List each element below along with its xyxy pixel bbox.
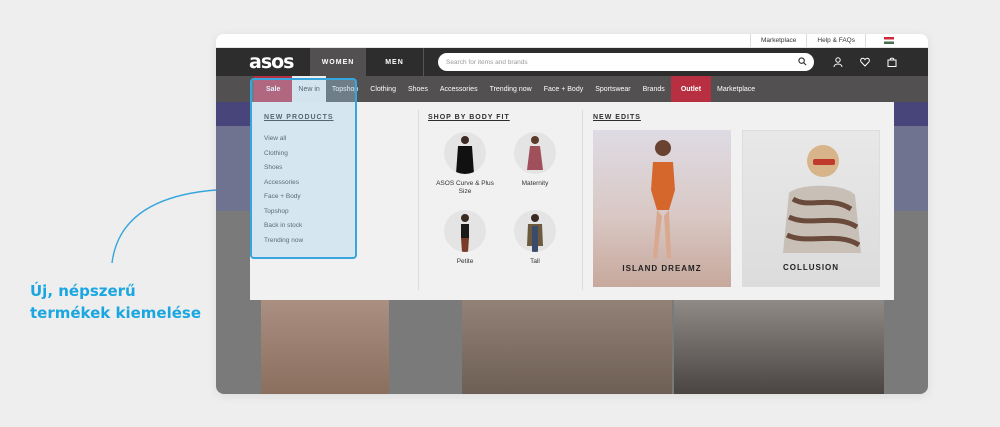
column-divider [582, 110, 583, 290]
nav-outlet[interactable]: Outlet [670, 76, 712, 102]
account-icon[interactable] [833, 57, 843, 67]
search-icon[interactable] [798, 57, 807, 66]
highlight-box [250, 78, 357, 259]
nav-face-body[interactable]: Face + Body [538, 76, 590, 102]
search-placeholder: Search for items and brands [446, 58, 528, 66]
country-selector[interactable] [865, 34, 928, 47]
body-fit-label: ASOS Curve & Plus Size [436, 180, 494, 195]
body-fit-tall[interactable]: Tall [500, 210, 570, 266]
annotation-text: Új, népszerű termékek kiemelése [30, 280, 230, 324]
heart-icon[interactable] [860, 57, 870, 67]
flag-icon [884, 37, 894, 44]
nav-trending-now[interactable]: Trending now [484, 76, 538, 102]
nav-shoes[interactable]: Shoes [402, 76, 434, 102]
model-photo [651, 140, 675, 258]
annotation-line-2: termékek kiemelése [30, 304, 201, 322]
model-thumbnail [444, 210, 486, 252]
nav-accessories[interactable]: Accessories [434, 76, 484, 102]
bag-icon[interactable] [887, 57, 897, 67]
body-fit-curve[interactable]: ASOS Curve & Plus Size [430, 132, 500, 196]
asos-logo[interactable]: asos [216, 51, 310, 73]
women-tab[interactable]: WOMEN [310, 48, 366, 76]
nav-brands[interactable]: Brands [637, 76, 671, 102]
men-tab[interactable]: MEN [366, 48, 424, 76]
nav-sportswear[interactable]: Sportswear [589, 76, 636, 102]
edit-card-island-dreamz[interactable]: ISLAND DREAMZ [593, 130, 731, 287]
body-fit-title: SHOP BY BODY FIT [428, 114, 510, 121]
body-fit-label: Tall [530, 258, 540, 265]
edit-card-collusion[interactable]: COLLUSION [742, 130, 880, 287]
body-fit-label: Petite [456, 258, 474, 265]
model-thumbnail [444, 132, 486, 174]
new-edits-title: NEW EDITS [593, 114, 641, 121]
browser-frame: Marketplace Help & FAQs asos WOMEN MEN S… [216, 34, 928, 394]
utility-bar: Marketplace Help & FAQs [216, 34, 928, 48]
edit-card-label: ISLAND DREAMZ [622, 264, 702, 273]
body-fit-maternity[interactable]: Maternity [500, 132, 570, 188]
top-bar: asos WOMEN MEN Search for items and bran… [216, 48, 928, 76]
utility-marketplace-link[interactable]: Marketplace [750, 34, 806, 47]
nav-clothing[interactable]: Clothing [364, 76, 402, 102]
model-thumbnail [514, 210, 556, 252]
model-thumbnail [514, 132, 556, 174]
body-fit-petite[interactable]: Petite [430, 210, 500, 266]
body-fit-label: Maternity [521, 180, 549, 187]
search-input[interactable]: Search for items and brands [438, 53, 814, 71]
nav-marketplace[interactable]: Marketplace [711, 76, 761, 102]
model-photo [783, 145, 861, 253]
column-divider [418, 110, 419, 290]
utility-help-link[interactable]: Help & FAQs [806, 34, 865, 47]
edit-card-label: COLLUSION [782, 263, 840, 272]
annotation-line-1: Új, népszerű [30, 282, 136, 300]
